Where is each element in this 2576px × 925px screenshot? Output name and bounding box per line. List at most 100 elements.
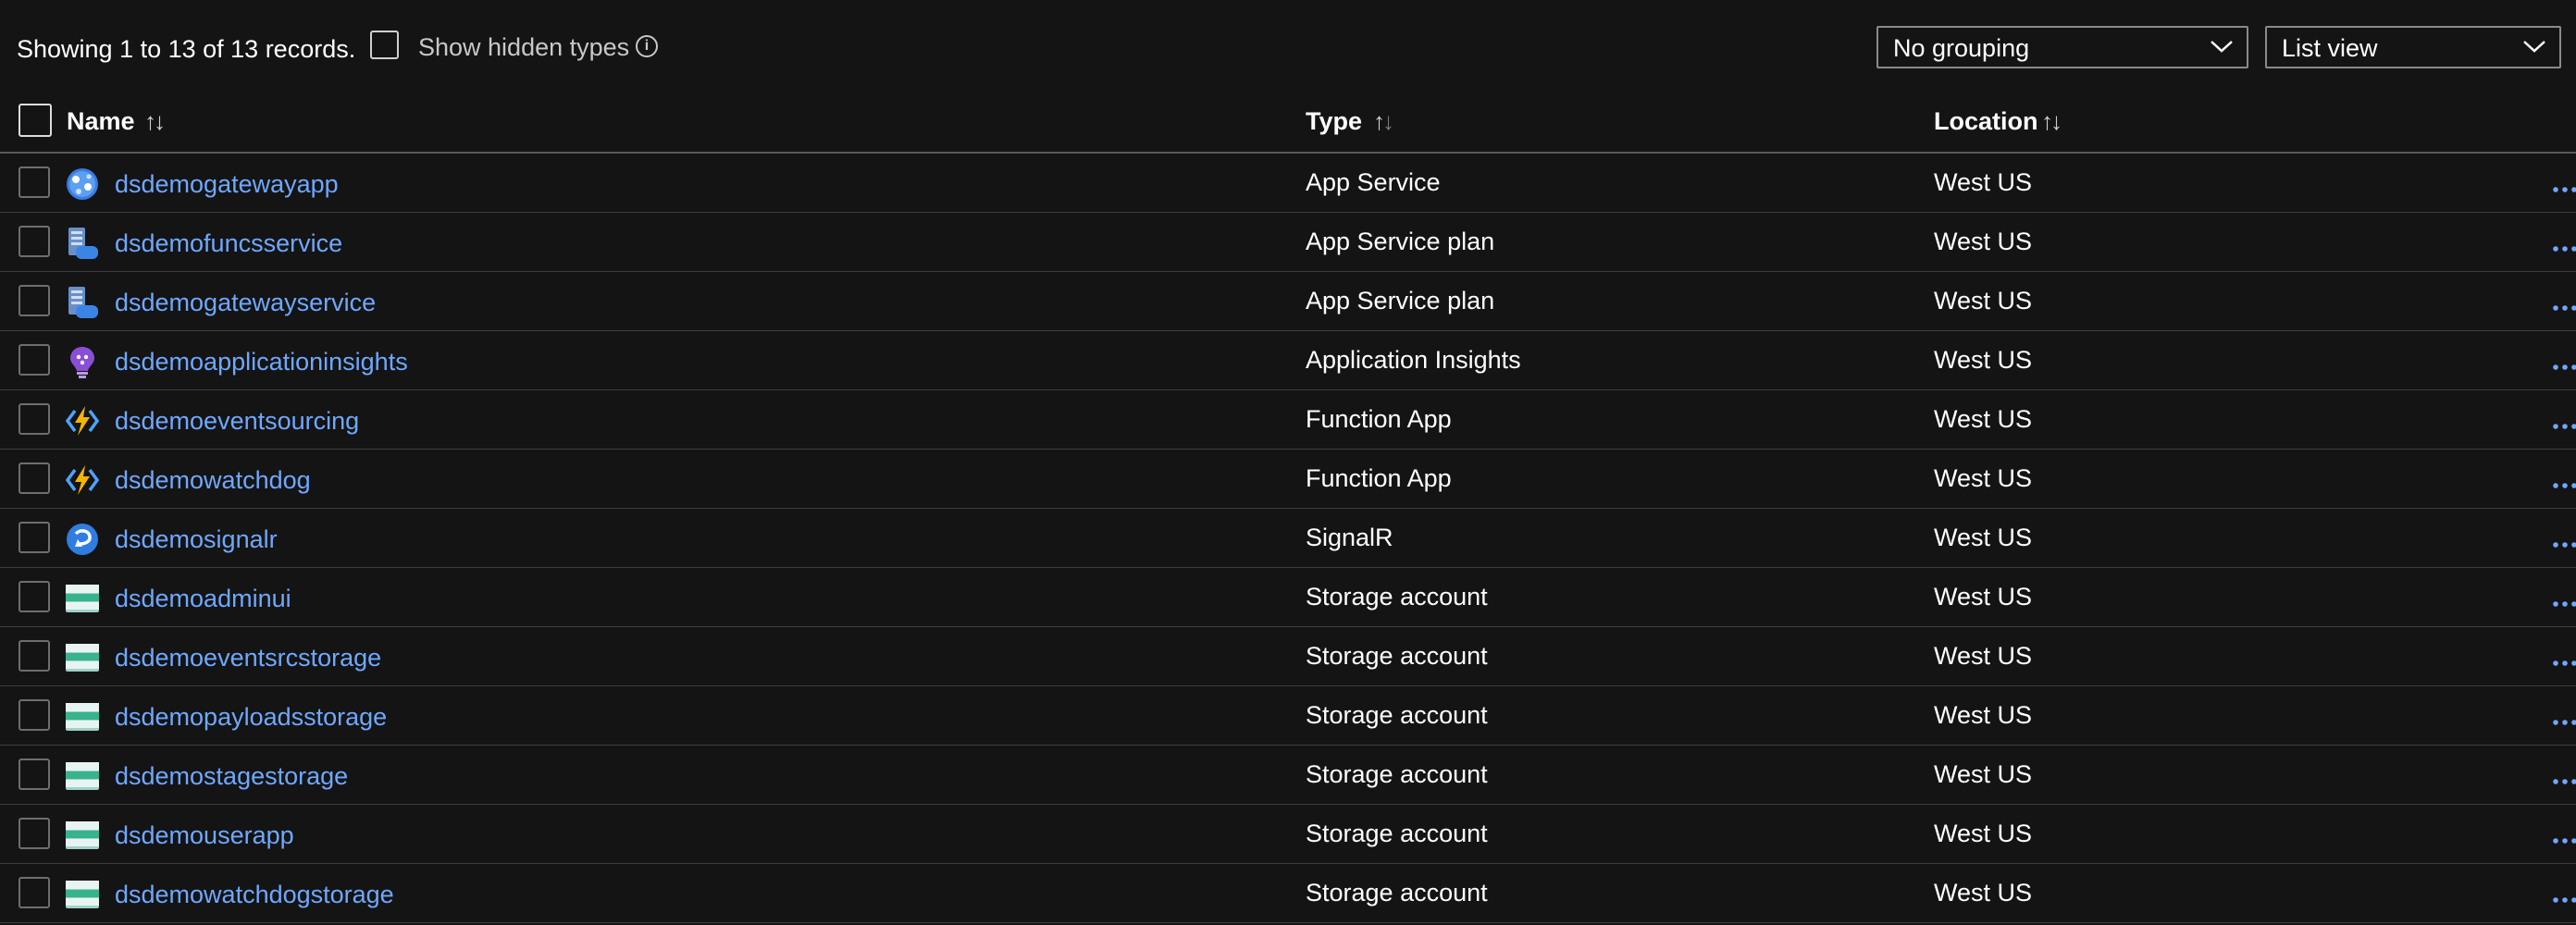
more-options-icon[interactable] [2552, 418, 2576, 429]
row-checkbox[interactable] [19, 522, 50, 553]
table-row[interactable]: dsdemouserapp Storage account West US [0, 805, 2576, 864]
resource-location: West US [1934, 346, 2033, 374]
resource-type: App Service [1306, 168, 1441, 196]
row-checkbox[interactable] [19, 344, 50, 376]
row-checkbox[interactable] [19, 818, 50, 849]
resource-type: Storage account [1306, 760, 1488, 788]
sort-ascending-icon[interactable]: ↑↓ [1373, 107, 1394, 135]
resource-name-link[interactable]: dsdemoadminui [115, 583, 291, 614]
resource-name-link[interactable]: dsdemowatchdog [115, 464, 311, 496]
resource-type: Application Insights [1306, 346, 1521, 374]
row-checkbox[interactable] [19, 758, 50, 790]
show-hidden-types-checkbox[interactable] [370, 31, 399, 59]
resource-type: SignalR [1306, 524, 1393, 551]
resource-type: App Service plan [1306, 287, 1495, 314]
resource-location: West US [1934, 760, 2033, 788]
resource-location: West US [1934, 464, 2033, 492]
select-all-checkbox[interactable] [19, 104, 52, 137]
table-row[interactable]: dsdemowatchdogstorage Storage account West… [0, 864, 2576, 923]
resource-name-link[interactable]: dsdemouserapp [115, 820, 294, 851]
storage-account-icon [65, 877, 100, 912]
storage-account-icon [65, 818, 100, 853]
more-options-icon[interactable] [2552, 655, 2576, 666]
table-row[interactable]: dsdemostagestorage Storage account West US [0, 746, 2576, 805]
table-row[interactable]: dsdemogatewayapp App Service West US [0, 154, 2576, 213]
resource-type: Storage account [1306, 642, 1488, 670]
table-row[interactable]: dsdemogatewayservice App Service plan West… [0, 272, 2576, 331]
storage-account-icon [65, 640, 100, 675]
resource-location: West US [1934, 701, 2033, 729]
table-row[interactable]: dsdemosignalr SignalR West US [0, 509, 2576, 568]
table-row[interactable]: dsdemofuncsservice App Service plan West U… [0, 213, 2576, 272]
storage-account-icon [65, 581, 100, 616]
column-header-type[interactable]: Type [1306, 105, 1362, 137]
row-checkbox[interactable] [19, 226, 50, 257]
resource-name-link[interactable]: dsdemoeventsrcstorage [115, 642, 381, 673]
resource-type: Storage account [1306, 701, 1488, 729]
storage-account-icon [65, 699, 100, 734]
function-app-icon [65, 403, 100, 438]
more-options-icon[interactable] [2552, 892, 2576, 903]
column-header-location[interactable]: Location [1934, 105, 2038, 137]
table-row[interactable]: dsdemoeventsourcing Function App West US [0, 390, 2576, 450]
row-checkbox[interactable] [19, 166, 50, 198]
resource-type: Function App [1306, 405, 1452, 433]
resource-location: West US [1934, 583, 2033, 610]
sort-icon[interactable]: ↑↓ [2041, 107, 2062, 135]
more-options-icon[interactable] [2552, 596, 2576, 607]
more-options-icon[interactable] [2552, 714, 2576, 725]
resource-name-link[interactable]: dsdemoapplicationinsights [115, 346, 408, 377]
view-dropdown[interactable]: List view [2265, 26, 2561, 68]
more-options-icon[interactable] [2552, 832, 2576, 844]
table-row[interactable]: dsdemoeventsrcstorage Storage account West… [0, 627, 2576, 686]
resource-name-link[interactable]: dsdemofuncsservice [115, 228, 342, 259]
resource-type: Storage account [1306, 583, 1488, 610]
row-checkbox[interactable] [19, 640, 50, 672]
row-checkbox[interactable] [19, 462, 50, 494]
resource-type: Storage account [1306, 820, 1488, 847]
row-checkbox[interactable] [19, 699, 50, 731]
resource-location: West US [1934, 287, 2033, 314]
show-hidden-types-label[interactable]: Show hidden types [418, 31, 629, 63]
grouping-value: No grouping [1893, 34, 2030, 62]
info-icon[interactable]: i [636, 35, 658, 57]
resource-location: West US [1934, 168, 2033, 196]
chevron-down-icon [2523, 41, 2545, 53]
more-options-icon[interactable] [2552, 359, 2576, 370]
resource-location: West US [1934, 524, 2033, 551]
column-header-name[interactable]: Name [67, 105, 135, 137]
resource-location: West US [1934, 228, 2033, 255]
signalr-icon [65, 522, 100, 557]
app-service-icon [65, 166, 100, 202]
table-row[interactable]: dsdemoapplicationinsights Application Ins… [0, 331, 2576, 390]
more-options-icon[interactable] [2552, 240, 2576, 252]
more-options-icon[interactable] [2552, 536, 2576, 548]
sort-icon[interactable]: ↑↓ [144, 107, 166, 135]
row-checkbox[interactable] [19, 877, 50, 908]
resource-name-link[interactable]: dsdemogatewayservice [115, 287, 376, 318]
table-row[interactable]: dsdemowatchdog Function App West US [0, 450, 2576, 509]
resource-name-link[interactable]: dsdemogatewayapp [115, 168, 339, 200]
table-header: Name ↑↓ Type ↑↓ Location ↑↓ [0, 92, 2576, 154]
resource-name-link[interactable]: dsdemowatchdogstorage [115, 879, 394, 910]
grouping-dropdown[interactable]: No grouping [1876, 26, 2248, 68]
table-row[interactable]: dsdemoadminui Storage account West US [0, 568, 2576, 627]
row-checkbox[interactable] [19, 285, 50, 316]
resource-name-link[interactable]: dsdemoeventsourcing [115, 405, 359, 437]
more-options-icon[interactable] [2552, 300, 2576, 311]
resource-type: Storage account [1306, 879, 1488, 906]
view-value: List view [2282, 34, 2378, 62]
toolbar: Showing 1 to 13 of 13 records. Show hidd… [0, 0, 2576, 92]
table-row[interactable]: dsdemopayloadsstorage Storage account West… [0, 686, 2576, 746]
row-checkbox[interactable] [19, 403, 50, 435]
more-options-icon[interactable] [2552, 773, 2576, 784]
resource-name-link[interactable]: dsdemostagestorage [115, 760, 348, 792]
resource-location: West US [1934, 405, 2033, 433]
more-options-icon[interactable] [2552, 181, 2576, 192]
resource-location: West US [1934, 820, 2033, 847]
resource-name-link[interactable]: dsdemopayloadsstorage [115, 701, 387, 733]
more-options-icon[interactable] [2552, 477, 2576, 488]
application-insights-icon [65, 344, 100, 379]
resource-name-link[interactable]: dsdemosignalr [115, 524, 278, 555]
row-checkbox[interactable] [19, 581, 50, 612]
